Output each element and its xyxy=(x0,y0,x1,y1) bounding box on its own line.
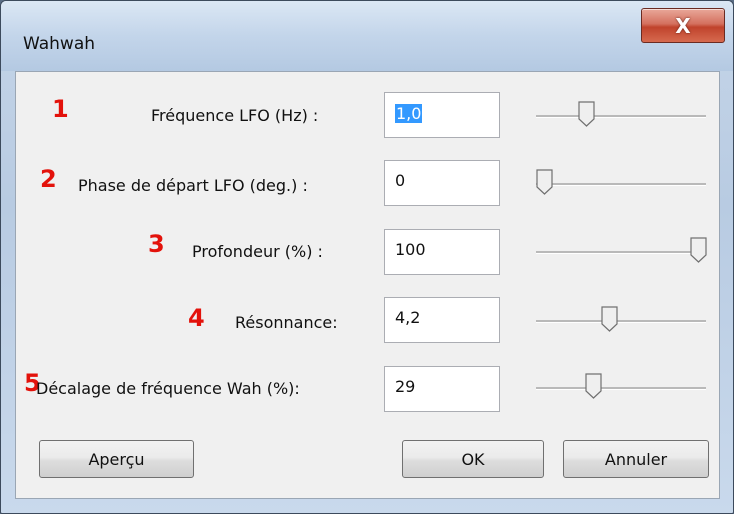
wah-offset-input[interactable]: 29 xyxy=(384,366,500,412)
lfo-frequency-input[interactable]: 1,0 xyxy=(384,92,500,138)
label-depth: Profondeur (%) : xyxy=(192,242,323,261)
wah-offset-value: 29 xyxy=(395,377,416,396)
slider-track xyxy=(536,320,706,323)
lfo-phase-slider[interactable] xyxy=(536,165,706,205)
slider-track xyxy=(536,183,706,186)
lfo-frequency-slider[interactable] xyxy=(536,97,706,137)
window-title: Wahwah xyxy=(23,34,96,54)
row-number-1: 1 xyxy=(52,95,69,123)
title-bar[interactable]: Wahwah X xyxy=(1,1,733,71)
depth-value: 100 xyxy=(395,240,426,259)
row-number-2: 2 xyxy=(40,165,57,193)
depth-slider[interactable] xyxy=(536,233,707,273)
label-wah-offset: Décalage de fréquence Wah (%): xyxy=(36,379,300,398)
resonance-slider[interactable] xyxy=(536,302,706,342)
slider-thumb[interactable] xyxy=(585,373,602,399)
slider-track xyxy=(536,251,706,254)
resonance-input[interactable]: 4,2 xyxy=(384,297,500,343)
dialog-body: 1 Fréquence LFO (Hz) : 1,0 2 Phase de dé… xyxy=(15,71,720,499)
resonance-value: 4,2 xyxy=(395,308,421,327)
row-number-4: 4 xyxy=(188,304,205,332)
label-lfo-frequency: Fréquence LFO (Hz) : xyxy=(151,106,319,125)
wah-offset-slider[interactable] xyxy=(536,369,706,409)
row-number-3: 3 xyxy=(148,230,165,258)
slider-thumb[interactable] xyxy=(601,306,618,332)
lfo-phase-input[interactable]: 0 xyxy=(384,160,500,206)
label-resonance: Résonnance: xyxy=(235,313,338,332)
wahwah-dialog: Wahwah X 1 Fréquence LFO (Hz) : 1,0 2 Ph… xyxy=(0,0,734,514)
slider-thumb[interactable] xyxy=(536,169,553,195)
preview-button[interactable]: Aperçu xyxy=(39,440,194,478)
label-lfo-phase: Phase de départ LFO (deg.) : xyxy=(78,176,308,195)
close-button[interactable]: X xyxy=(641,8,725,43)
slider-thumb[interactable] xyxy=(690,237,707,263)
lfo-phase-value: 0 xyxy=(395,171,406,190)
slider-track xyxy=(536,115,706,118)
lfo-frequency-value: 1,0 xyxy=(395,104,423,123)
cancel-button[interactable]: Annuler xyxy=(563,440,709,478)
close-icon: X xyxy=(675,13,691,38)
slider-track xyxy=(536,387,706,390)
slider-thumb[interactable] xyxy=(577,101,595,127)
depth-input[interactable]: 100 xyxy=(384,229,500,275)
ok-button[interactable]: OK xyxy=(402,440,544,478)
